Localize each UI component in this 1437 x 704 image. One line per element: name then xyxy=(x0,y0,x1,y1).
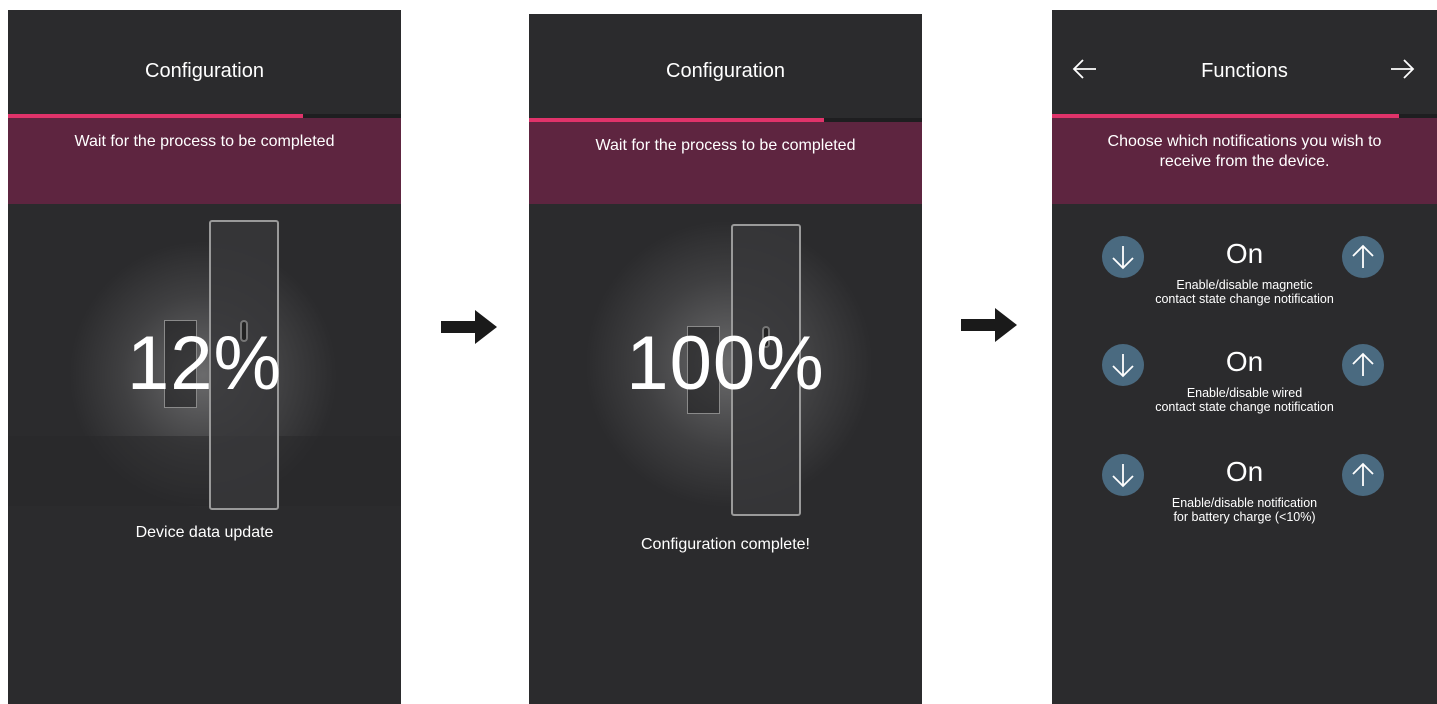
notification-row-battery: On Enable/disable notification for batte… xyxy=(1052,452,1437,552)
banner-text: Wait for the process to be completed xyxy=(595,137,856,154)
screen-title: Configuration xyxy=(145,60,264,82)
setting-label: Enable/disable magnetic contact state ch… xyxy=(1052,278,1437,306)
screen-title: Configuration xyxy=(666,60,785,82)
notification-row-wired: On Enable/disable wired contact state ch… xyxy=(1052,342,1437,442)
setting-label-line-1: Enable/disable wired xyxy=(1186,386,1303,400)
arrow-up-icon xyxy=(1352,462,1374,486)
increase-button[interactable] xyxy=(1342,454,1384,496)
increase-button[interactable] xyxy=(1342,344,1384,386)
flow-arrow-icon xyxy=(961,308,1017,342)
setting-label: Enable/disable notification for battery … xyxy=(1052,496,1437,524)
increase-button[interactable] xyxy=(1342,236,1384,278)
setting-label-line-1: Enable/disable notification xyxy=(1171,496,1318,510)
setting-label-line-1: Enable/disable magnetic xyxy=(1176,278,1313,292)
notification-row-magnetic: On Enable/disable magnetic contact state… xyxy=(1052,234,1437,334)
setting-label-line-2: contact state change notification xyxy=(1155,292,1334,306)
progress-percent: 12% xyxy=(126,321,283,406)
progress-percent: 100% xyxy=(626,321,825,406)
flow-arrow-icon xyxy=(441,310,497,344)
screen-title: Functions xyxy=(1201,60,1288,82)
status-text: Device data update xyxy=(135,524,274,541)
arrow-up-icon xyxy=(1352,244,1374,268)
setting-label: Enable/disable wired contact state chang… xyxy=(1052,386,1437,414)
screen-configuration-progress: Configuration Wait for the process to be… xyxy=(8,10,401,704)
info-banner: Choose which notifications you wish to r… xyxy=(1052,118,1437,204)
arrow-up-icon xyxy=(1352,352,1374,376)
screen-configuration-complete: Configuration Wait for the process to be… xyxy=(529,14,922,704)
setting-label-line-2: for battery charge (<10%) xyxy=(1173,510,1316,524)
banner-text-line-2: receive from the device. xyxy=(1159,153,1330,170)
info-banner: Wait for the process to be completed xyxy=(529,122,922,204)
status-text: Configuration complete! xyxy=(641,536,810,553)
banner-text: Wait for the process to be completed xyxy=(74,133,335,150)
banner-text-line-1: Choose which notifications you wish to xyxy=(1107,133,1382,150)
info-banner: Wait for the process to be completed xyxy=(8,118,401,204)
arrow-right-icon[interactable] xyxy=(1389,58,1415,80)
setting-label-line-2: contact state change notification xyxy=(1155,400,1334,414)
screen-functions: Functions Choose which notifications you… xyxy=(1052,10,1437,704)
device-shadow xyxy=(8,436,401,506)
